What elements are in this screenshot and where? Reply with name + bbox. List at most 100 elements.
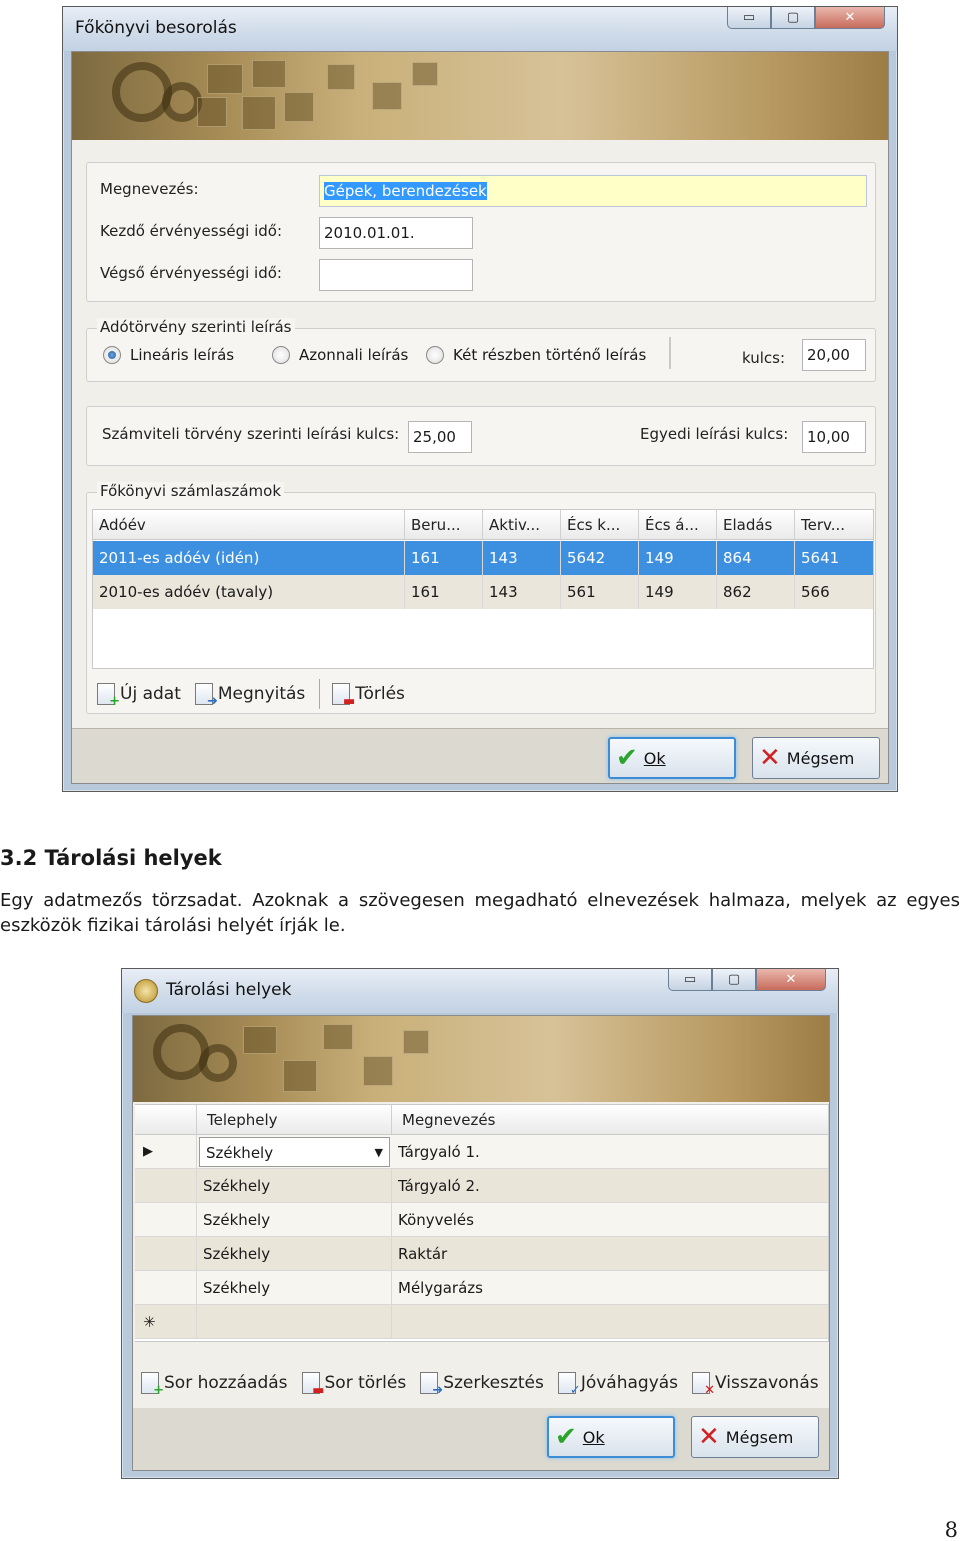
ok-label: Ok [643,748,666,768]
title-bar[interactable]: Tárolási helyek ▭ ▢ ✕ [122,969,838,1013]
radio-icon [272,346,290,364]
add-row-button[interactable]: + Sor hozzáadás [141,1372,288,1397]
cell: Tárgyaló 2. [398,1177,480,1195]
approve-label: Jóváhagyás [580,1373,679,1393]
custom-rate-label: Egyedi leírási kulcs: [640,425,789,443]
cell: Raktár [398,1245,448,1263]
column-header[interactable]: Écs á... [639,510,717,540]
cell: 864 [717,541,795,575]
cell: Székhely [197,1271,392,1305]
close-button[interactable]: ✕ [756,969,826,991]
new-row[interactable]: ✳ [135,1305,828,1339]
cell: 561 [561,575,639,609]
window-title: Tárolási helyek [166,980,292,1000]
dropdown-arrow-icon[interactable]: ▼ [375,1138,383,1166]
custom-rate-field[interactable]: 10,00 [802,421,866,453]
locations-toolbar: + Sor hozzáadás ▬ Sor törlés ➜ Szerkeszt… [141,1372,829,1397]
column-header[interactable]: Écs k... [561,510,639,540]
name-label: Megnevezés: [100,180,199,198]
column-header[interactable]: Aktiv... [483,510,561,540]
close-button[interactable]: ✕ [815,7,885,29]
edit-button[interactable]: ➜ Szerkesztés [420,1372,544,1397]
window-fokonyvi-besorolas: Főkönyvi besorolás ▭ ▢ ✕ Megnevezés: Gép… [62,6,898,792]
cell: 149 [639,575,717,609]
delete-row-button[interactable]: ▬ Sor törlés [301,1372,406,1397]
tax-rate-field[interactable]: 20,00 [802,339,866,371]
header-banner [72,52,888,140]
cell: 2011-es adóév (idén) [93,541,405,575]
table-row[interactable]: Székhely Könyvelés [135,1203,828,1237]
minimize-button[interactable]: ▭ [668,969,712,991]
radio-linear-label: Lineáris leírás [130,346,235,364]
cell[interactable] [392,1305,829,1339]
general-group: Megnevezés: Gépek, berendezések Kezdő ér… [86,162,876,302]
ok-button[interactable]: ✔ Ok [547,1416,675,1458]
column-header[interactable]: Megnevezés [392,1105,829,1135]
client-area: Megnevezés: Gépek, berendezések Kezdő ér… [71,51,889,784]
approve-button[interactable]: ✓ Jóváhagyás [557,1372,679,1397]
close-x-icon: ✕ [759,743,781,773]
row-header [135,1169,197,1203]
radio-immediate[interactable]: Azonnali leírás [272,346,408,364]
start-date-field[interactable]: 2010.01.01. [319,217,473,249]
cancel-button[interactable]: ✕ Mégsem [691,1416,819,1458]
cancel-label: Mégsem [786,748,855,768]
ledger-group: Főkönyvi számlaszámok Adóév Beru... Akti… [86,482,876,714]
table-row[interactable]: Székhely Raktár [135,1237,828,1271]
table-row[interactable]: 2010-es adóév (tavaly) 161 143 561 149 8… [93,575,873,609]
cell: Könyvelés [398,1211,474,1229]
delete-label: Törlés [355,684,405,704]
table-row[interactable]: ▶ Székhely ▼ Tárgyaló 1. [135,1135,828,1169]
cell: 5641 [801,549,840,567]
cancel-label: Mégsem [725,1427,794,1447]
section-paragraph: Egy adatmezős törzsadat. Azoknak a szöve… [0,890,960,936]
cancel-button[interactable]: ✕ Mégsem [752,737,880,779]
toolbar-separator [319,679,321,709]
check-icon: ✔ [555,1422,577,1452]
radio-two-part[interactable]: Két részben történő leírás [426,346,646,364]
end-date-label: Végső érvényességi idő: [100,264,282,282]
document-add-icon: + [97,683,120,708]
minimize-button[interactable]: ▭ [727,7,771,29]
ok-label: Ok [582,1427,605,1447]
row-header [135,1203,197,1237]
column-header[interactable]: Adóév [93,510,405,540]
title-bar[interactable]: Főkönyvi besorolás ▭ ▢ ✕ [63,7,897,51]
cell: Székhely [197,1237,392,1271]
maximize-button[interactable]: ▢ [771,7,815,29]
delete-button[interactable]: ▬ Törlés [332,683,405,708]
locations-grid: Telephely Megnevezés ▶ Székhely ▼ Tárgya… [135,1104,829,1342]
maximize-button[interactable]: ▢ [712,969,756,991]
add-row-label: Sor hozzáadás [164,1373,288,1393]
radio-selected-icon [103,346,121,364]
row-pointer-icon: ▶ [135,1135,197,1169]
window-tarolasi-helyek: Tárolási helyek ▭ ▢ ✕ Telephely Megnevez… [121,968,839,1479]
new-record-button[interactable]: + Új adat [97,683,181,708]
revert-button[interactable]: ✕ Visszavonás [692,1372,819,1397]
tax-rate-label: kulcs: [742,349,786,367]
column-header[interactable]: Terv... [795,510,875,540]
cell: 149 [639,541,717,575]
app-icon [134,979,158,1003]
name-field[interactable]: Gépek, berendezések [319,175,867,207]
accounting-group: Számviteli törvény szerinti leírási kulc… [86,406,876,466]
telephely-dropdown[interactable]: Székhely ▼ [199,1137,390,1167]
document-delete-icon: ▬ [332,683,355,708]
radio-linear[interactable]: Lineáris leírás [103,346,234,364]
ok-button[interactable]: ✔ Ok [608,737,736,779]
accounting-rate-field[interactable]: 25,00 [408,421,472,453]
cell[interactable] [197,1305,392,1339]
column-header[interactable]: Beru... [405,510,483,540]
open-button[interactable]: ➜ Megnyitás [194,683,305,708]
column-header[interactable]: Telephely [197,1105,392,1135]
table-row[interactable]: Székhely Tárgyaló 2. [135,1169,828,1203]
cell: 5642 [561,541,639,575]
end-date-field[interactable] [319,259,473,291]
row-header [135,1271,197,1305]
table-row[interactable]: Székhely Mélygarázs [135,1271,828,1305]
column-header[interactable]: Eladás [717,510,795,540]
cell: 2010-es adóév (tavaly) [93,575,405,609]
table-row[interactable]: 2011-es adóév (idén) 161 143 5642 149 86… [93,541,873,575]
start-date-label: Kezdő érvényességi idő: [100,222,283,240]
window-title: Főkönyvi besorolás [75,18,237,38]
